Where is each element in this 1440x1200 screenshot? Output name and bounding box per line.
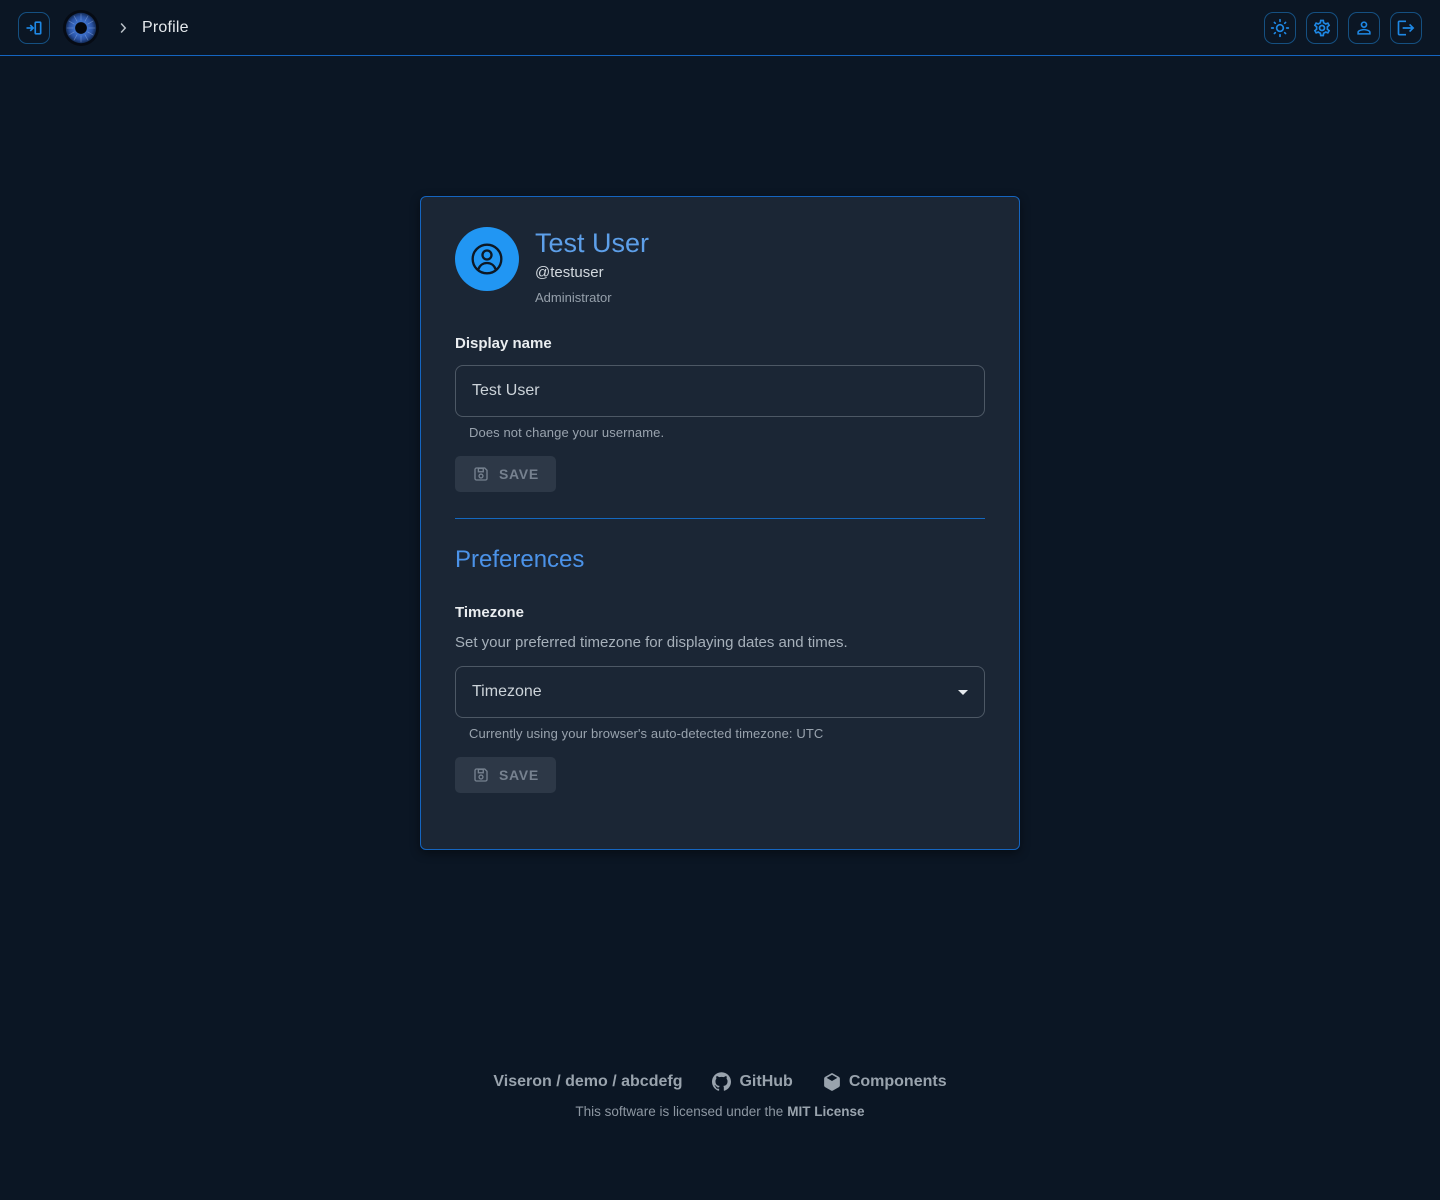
timezone-select-value: Timezone (472, 683, 542, 701)
github-link-label: GitHub (739, 1073, 792, 1091)
account-button[interactable] (1348, 12, 1380, 44)
light-mode-sun-icon (1270, 18, 1290, 38)
panel-open-icon (24, 18, 44, 38)
timezone-select[interactable]: Timezone (455, 666, 985, 718)
viseron-eye-logo-icon (62, 9, 100, 47)
app-footer: Viseron / demo / abcdefg GitHub Componen… (0, 1072, 1440, 1119)
profile-card: Test User @testuser Administrator Displa… (420, 196, 1020, 850)
footer-links-row: Viseron / demo / abcdefg GitHub Componen… (0, 1072, 1440, 1091)
logout-icon (1396, 18, 1416, 38)
display-name-helper: Does not change your username. (469, 425, 985, 440)
settings-button[interactable] (1306, 12, 1338, 44)
logout-button[interactable] (1390, 12, 1422, 44)
package-cube-icon (823, 1073, 841, 1091)
license-row: This software is licensed under the MIT L… (0, 1104, 1440, 1119)
license-text: This software is licensed under the (575, 1104, 783, 1119)
section-divider (455, 518, 985, 519)
save-timezone-button[interactable]: SAVE (455, 757, 556, 793)
gear-icon (1312, 18, 1332, 38)
header-actions (1264, 12, 1422, 44)
version-text: Viseron / demo / abcdefg (493, 1073, 682, 1091)
preferences-title: Preferences (455, 546, 985, 574)
profile-username: @testuser (535, 264, 649, 281)
avatar (455, 227, 519, 291)
floppy-save-icon (472, 465, 490, 483)
app-logo[interactable] (62, 9, 100, 47)
main-content: Test User @testuser Administrator Displa… (0, 196, 1440, 1119)
user-icon (1354, 18, 1374, 38)
dropdown-arrow-icon (951, 680, 975, 704)
save-display-name-button[interactable]: SAVE (455, 456, 556, 492)
profile-identity: Test User @testuser Administrator (535, 227, 649, 305)
theme-toggle-button[interactable] (1264, 12, 1296, 44)
timezone-helper: Currently using your browser's auto-dete… (469, 726, 985, 741)
profile-header: Test User @testuser Administrator (455, 227, 985, 305)
display-name-label: Display name (455, 335, 985, 352)
display-name-input[interactable] (455, 365, 985, 417)
floppy-save-icon (472, 766, 490, 784)
app-header: Profile (0, 0, 1440, 56)
profile-role-badge: Administrator (535, 290, 649, 305)
timezone-description: Set your preferred timezone for displayi… (455, 634, 985, 651)
breadcrumb: Profile (142, 19, 189, 37)
profile-display-name: Test User (535, 228, 649, 259)
user-circle-icon (467, 239, 507, 279)
components-link-label: Components (849, 1073, 947, 1091)
github-icon (712, 1072, 731, 1091)
mit-license-link[interactable]: MIT License (787, 1104, 864, 1119)
github-link[interactable]: GitHub (712, 1072, 792, 1091)
sidebar-toggle-button[interactable] (18, 12, 50, 44)
save-button-label: SAVE (499, 466, 539, 482)
components-link[interactable]: Components (823, 1073, 947, 1091)
save-button-label: SAVE (499, 767, 539, 783)
timezone-label: Timezone (455, 604, 985, 621)
chevron-right-icon (114, 19, 132, 37)
